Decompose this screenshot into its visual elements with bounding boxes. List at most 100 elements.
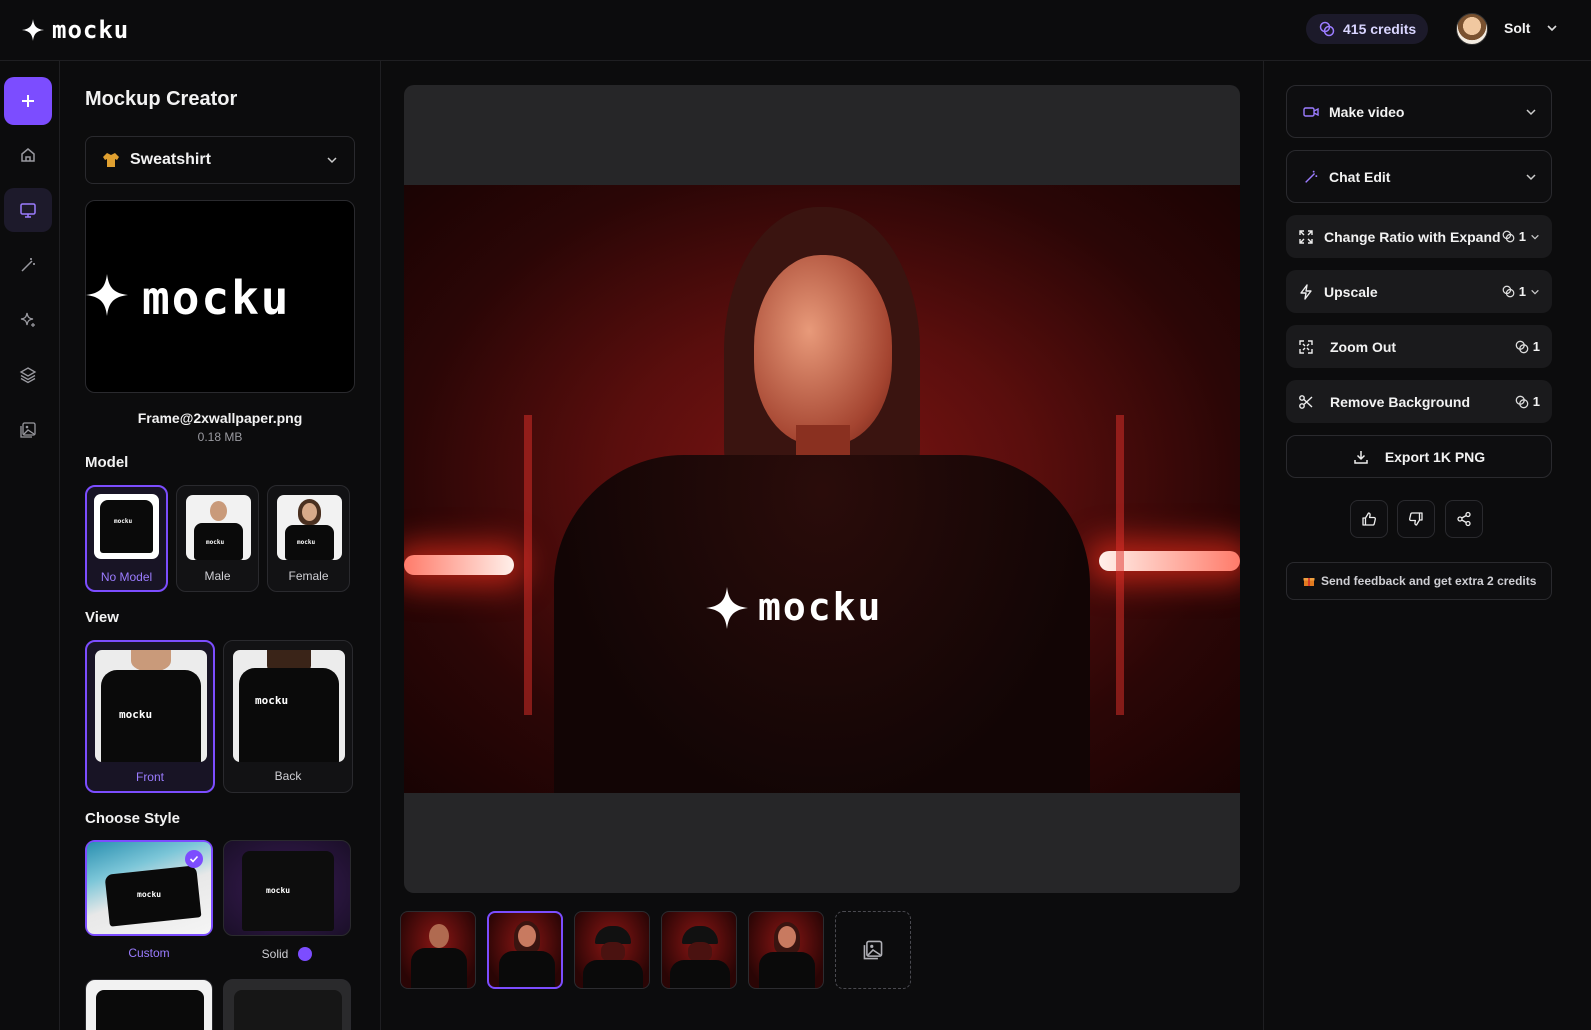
panel-title: Mockup Creator	[85, 88, 238, 110]
app-logo[interactable]: mocku	[22, 16, 129, 44]
mockup-settings-panel: Mockup Creator Sweatshirt mocku Frame@2x…	[61, 61, 381, 1030]
thumb-brand-text: mocku	[137, 890, 162, 899]
action-cost: 1	[1532, 339, 1540, 354]
layers-icon	[19, 367, 37, 384]
mockup-image: mocku	[404, 185, 1240, 793]
chevron-down-icon	[327, 157, 337, 164]
coins-icon	[1319, 21, 1335, 37]
style-option-4[interactable]	[223, 979, 351, 1030]
view-option-label: Back	[274, 769, 302, 783]
action-cost: 1	[1518, 229, 1526, 244]
style-label: Choose Style	[85, 810, 181, 827]
thumbs-up-icon	[1362, 512, 1376, 526]
user-avatar[interactable]	[1456, 13, 1488, 45]
nav-gallery[interactable]	[4, 408, 52, 452]
shirt-sparkle-icon	[706, 587, 748, 629]
gift-icon	[1303, 578, 1315, 586]
coins-icon	[1502, 230, 1515, 243]
model-option-label: Female	[288, 569, 329, 583]
model-label: Model	[85, 454, 129, 471]
user-name[interactable]: Solt	[1504, 20, 1530, 36]
coins-icon	[1502, 285, 1515, 298]
style-option-custom[interactable]: mocku	[85, 840, 213, 936]
thumb-brand-text: mocku	[297, 539, 316, 546]
view-option-front[interactable]: mocku Front	[85, 640, 215, 793]
model-option-male[interactable]: mocku Male	[176, 485, 259, 592]
thumbs-down-button[interactable]	[1397, 500, 1435, 538]
back-view-thumbnail: mocku	[233, 650, 345, 762]
action-label: Make video	[1329, 103, 1405, 120]
model-option-female[interactable]: mocku Female	[267, 485, 350, 592]
thumbnail-cap-1[interactable]	[574, 911, 650, 989]
change-ratio-button[interactable]: Change Ratio with Expand 1	[1286, 215, 1552, 258]
thumb-brand-text: mocku	[266, 886, 291, 895]
style-option-3[interactable]	[85, 979, 213, 1030]
solid-style-caption: Solid	[223, 947, 351, 961]
chevron-down-icon	[1526, 108, 1536, 115]
home-icon	[21, 148, 35, 162]
action-label: Chat Edit	[1329, 168, 1391, 185]
view-option-back[interactable]: mocku Back	[223, 640, 353, 793]
coins-icon	[1515, 395, 1529, 408]
export-button[interactable]: Export 1K PNG	[1286, 435, 1552, 478]
video-icon	[1303, 106, 1319, 117]
color-swatch[interactable]	[298, 947, 313, 961]
gallery-icon	[20, 422, 36, 438]
thumbs-up-button[interactable]	[1350, 500, 1388, 538]
sparkle-logo-icon	[22, 19, 44, 41]
canvas-area: mocku	[381, 61, 1263, 1030]
view-label: View	[85, 609, 119, 626]
male-thumbnail: mocku	[186, 495, 251, 560]
style-option-label: Custom	[128, 946, 170, 960]
actions-panel: Make video Chat Edit Change Ratio with E…	[1263, 61, 1591, 1030]
top-bar: mocku 415 credits Solt	[0, 0, 1591, 61]
chevron-down-icon	[1531, 234, 1539, 240]
thumbnail-cap-2[interactable]	[661, 911, 737, 989]
new-project-button[interactable]	[4, 77, 52, 125]
remove-background-button[interactable]: Remove Background 1	[1286, 380, 1552, 423]
credits-label: 415 credits	[1343, 21, 1417, 37]
zoom-out-button[interactable]: Zoom Out 1	[1286, 325, 1552, 368]
add-image-button[interactable]	[835, 911, 911, 989]
product-select[interactable]: Sweatshirt	[85, 136, 355, 184]
view-option-label: Front	[135, 770, 164, 784]
expand-icon	[1299, 229, 1313, 244]
thumbnail-female[interactable]	[487, 911, 563, 989]
nav-layers[interactable]	[4, 353, 52, 397]
mockup-canvas[interactable]: mocku	[404, 85, 1240, 893]
credits-badge[interactable]: 415 credits	[1306, 14, 1428, 44]
action-label: Upscale	[1324, 283, 1378, 300]
thumbnail-female-2[interactable]	[748, 911, 824, 989]
scissors-icon	[1299, 394, 1313, 409]
nav-edit[interactable]	[4, 243, 52, 287]
feedback-banner[interactable]: Send feedback and get extra 2 credits	[1286, 562, 1552, 600]
sparkles-icon	[20, 312, 35, 327]
chevron-down-icon[interactable]	[1546, 22, 1558, 34]
logo-text: mocku	[52, 16, 130, 44]
file-size: 0.18 MB	[197, 430, 243, 444]
action-label: Change Ratio with Expand	[1324, 228, 1501, 245]
upscale-button[interactable]: Upscale 1	[1286, 270, 1552, 313]
make-video-button[interactable]: Make video	[1286, 85, 1552, 138]
preview-sparkle-icon	[86, 274, 128, 316]
model-option-no-model[interactable]: mocku No Model	[85, 485, 168, 592]
thumb-brand-text: mocku	[206, 539, 225, 546]
share-button[interactable]	[1445, 500, 1483, 538]
thumb-brand-text: mocku	[255, 694, 289, 707]
chat-edit-button[interactable]: Chat Edit	[1286, 150, 1552, 203]
style-option-solid[interactable]: mocku	[223, 840, 351, 936]
download-icon	[1354, 450, 1368, 464]
thumbnail-male[interactable]	[400, 911, 476, 989]
style-option-label: Solid	[261, 947, 289, 961]
nav-generate[interactable]	[4, 298, 52, 342]
nav-home[interactable]	[4, 133, 52, 177]
magic-wand-icon	[21, 258, 35, 272]
nav-mockup-creator[interactable]	[4, 188, 52, 232]
sweatshirt-icon	[103, 153, 119, 167]
action-label: Zoom Out	[1330, 338, 1397, 355]
file-name: Frame@2xwallpaper.png	[137, 410, 303, 426]
no-model-thumbnail: mocku	[94, 494, 159, 559]
upload-preview[interactable]: mocku	[85, 200, 355, 393]
model-option-label: No Model	[100, 570, 153, 584]
preview-logo-text: mocku	[142, 271, 291, 325]
